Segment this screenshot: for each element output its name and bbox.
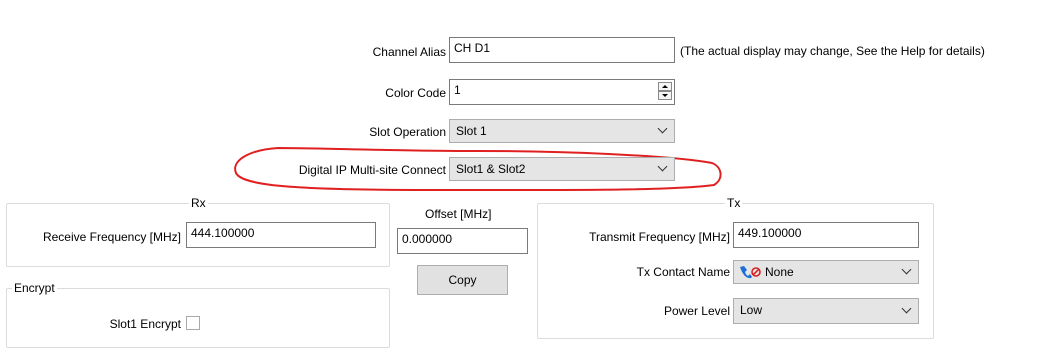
power-level-label: Power Level bbox=[663, 304, 730, 318]
channel-alias-note: (The actual display may change, See the … bbox=[680, 44, 985, 58]
transmit-frequency-input[interactable]: 449.100000 bbox=[733, 222, 919, 248]
slot1-encrypt-label: Slot1 Encrypt bbox=[109, 317, 181, 331]
slot-operation-label: Slot Operation bbox=[369, 125, 446, 139]
contact-none-icon bbox=[740, 266, 761, 279]
tx-group-title: Tx bbox=[725, 196, 743, 210]
encrypt-group-title: Encrypt bbox=[12, 281, 57, 295]
tx-contact-select[interactable]: None bbox=[733, 260, 919, 284]
slot1-encrypt-checkbox[interactable] bbox=[186, 316, 200, 330]
rx-group-title: Rx bbox=[189, 196, 208, 210]
copy-button[interactable]: Copy bbox=[417, 265, 508, 295]
slot-operation-value: Slot 1 bbox=[456, 124, 487, 138]
color-code-value: 1 bbox=[454, 83, 461, 97]
power-level-value: Low bbox=[740, 303, 763, 317]
color-code-label: Color Code bbox=[385, 86, 446, 100]
receive-frequency-input[interactable]: 444.100000 bbox=[186, 222, 376, 248]
digital-ip-label: Digital IP Multi-site Connect bbox=[298, 163, 446, 177]
receive-frequency-label: Receive Frequency [MHz] bbox=[42, 230, 181, 244]
color-code-stepper[interactable]: 1 bbox=[449, 79, 675, 105]
spin-up-icon[interactable] bbox=[658, 82, 672, 91]
spin-down-icon[interactable] bbox=[658, 91, 672, 100]
chevron-down-icon bbox=[657, 161, 668, 172]
power-level-select[interactable]: Low bbox=[733, 298, 919, 324]
channel-alias-input[interactable]: CH D1 bbox=[449, 37, 675, 63]
offset-label: Offset [MHz] bbox=[425, 207, 492, 221]
tx-contact-value: None bbox=[765, 265, 794, 279]
digital-ip-value: Slot1 & Slot2 bbox=[456, 162, 526, 176]
color-code-spin[interactable] bbox=[658, 82, 672, 100]
transmit-frequency-label: Transmit Frequency [MHz] bbox=[589, 230, 730, 244]
chevron-down-icon bbox=[657, 123, 668, 134]
tx-contact-name-label: Tx Contact Name bbox=[636, 265, 730, 279]
slot-operation-select[interactable]: Slot 1 bbox=[449, 119, 675, 143]
chevron-down-icon bbox=[901, 303, 912, 314]
chevron-down-icon bbox=[901, 264, 912, 275]
offset-input[interactable]: 0.000000 bbox=[397, 228, 528, 254]
channel-alias-label: Channel Alias bbox=[372, 45, 446, 59]
digital-ip-select[interactable]: Slot1 & Slot2 bbox=[449, 157, 675, 181]
